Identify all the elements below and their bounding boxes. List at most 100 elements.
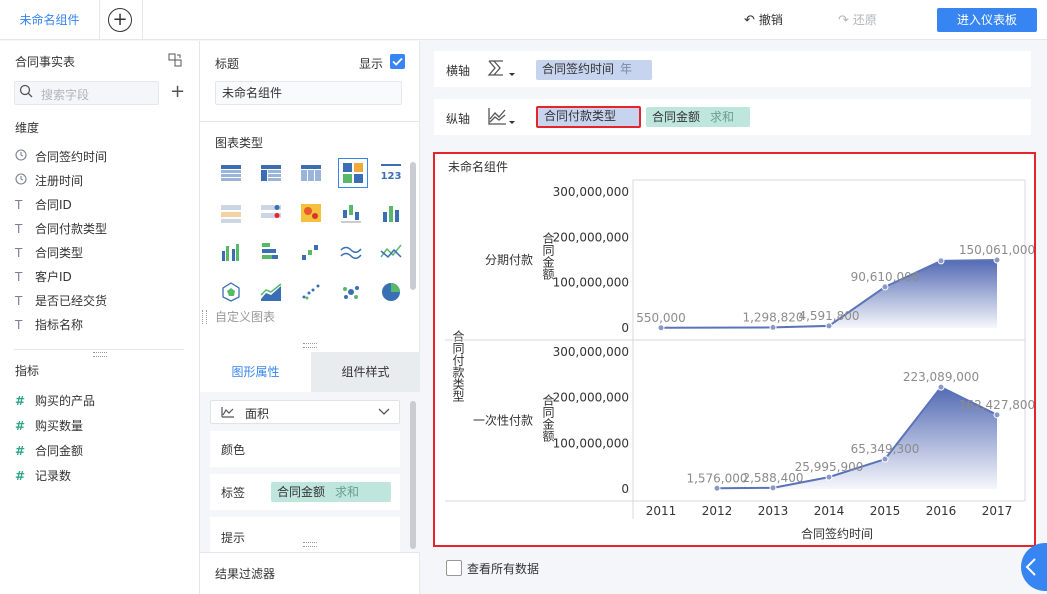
data-label: 150,061,000 bbox=[959, 243, 1034, 257]
properties-scrollbar[interactable] bbox=[410, 401, 416, 549]
top-bar: 未命名组件 + ↶ 撤销 ↷ 还原 进入仪表板 bbox=[0, 0, 1047, 40]
dimension-field-label: 指标名称 bbox=[35, 318, 84, 332]
y-field1-name: 合同付款类型 bbox=[544, 109, 617, 123]
clock-icon bbox=[15, 147, 31, 167]
grouped-column-icon[interactable] bbox=[220, 241, 242, 263]
show-title-label: 显示 bbox=[359, 57, 384, 71]
data-point bbox=[993, 256, 1001, 264]
bubble-cluster-icon[interactable] bbox=[340, 281, 362, 303]
pie-chart-icon[interactable] bbox=[380, 281, 402, 303]
column-chart-icon[interactable] bbox=[380, 202, 402, 224]
y-tick-label: 300,000,000 bbox=[553, 185, 629, 199]
tab-graphic-properties[interactable]: 图形属性 bbox=[200, 352, 311, 392]
x-tick-label: 2011 bbox=[646, 504, 677, 518]
tab-component-style[interactable]: 组件样式 bbox=[311, 352, 420, 392]
y-field2-agg: 求和 bbox=[710, 110, 735, 124]
dimension-field[interactable]: T 合同ID bbox=[15, 195, 72, 215]
measure-field[interactable]: # 合同金额 bbox=[15, 441, 83, 461]
dimension-field[interactable]: T 合同付款类型 bbox=[15, 219, 107, 239]
add-field-button[interactable]: + bbox=[170, 81, 185, 102]
table-chart-icon[interactable] bbox=[220, 162, 242, 184]
data-label: 1,298,820 bbox=[742, 310, 803, 324]
combo-line-icon[interactable] bbox=[380, 241, 402, 263]
dimension-field[interactable]: T 指标名称 bbox=[15, 315, 83, 335]
measure-field[interactable]: # 记录数 bbox=[15, 466, 71, 486]
redo-button[interactable]: ↷ 还原 bbox=[838, 11, 877, 28]
collapse-panel-button[interactable] bbox=[1021, 543, 1047, 591]
color-property[interactable]: 颜色 bbox=[210, 431, 400, 467]
title-input[interactable]: 未命名组件 bbox=[215, 81, 402, 105]
panel-resize-grip[interactable] bbox=[303, 343, 317, 348]
undo-icon: ↶ bbox=[744, 13, 755, 28]
y-axis-measure-tag[interactable]: 合同金额 求和 bbox=[646, 107, 750, 127]
area-chart-icon[interactable] bbox=[260, 281, 282, 303]
hash-icon: # bbox=[15, 469, 26, 483]
dimension-field[interactable]: 合同签约时间 bbox=[15, 147, 107, 167]
label-property[interactable]: 标签 合同金额 求和 bbox=[210, 474, 400, 510]
dimension-field-label: 客户ID bbox=[35, 270, 72, 284]
filter-divider bbox=[200, 552, 420, 553]
data-point bbox=[881, 283, 889, 291]
x-tick-label: 2016 bbox=[926, 504, 957, 518]
chart-grid-grip[interactable] bbox=[202, 310, 207, 324]
props-grip[interactable] bbox=[303, 542, 317, 547]
grouped-table-icon[interactable] bbox=[260, 162, 282, 184]
enter-dashboard-button[interactable]: 进入仪表板 bbox=[937, 8, 1037, 32]
switch-table-icon[interactable] bbox=[168, 53, 182, 67]
dimension-field[interactable]: T 客户ID bbox=[15, 267, 72, 287]
cross-table-icon[interactable] bbox=[300, 162, 322, 184]
metric-card-icon[interactable] bbox=[220, 202, 242, 224]
measure-field-label: 购买数量 bbox=[35, 419, 84, 433]
dimension-field[interactable]: 注册时间 bbox=[15, 171, 83, 191]
chart-container: 未命名组件 合同付款类型 合同金额 合同金额 0 100,000,000 200,0… bbox=[433, 152, 1036, 547]
shape-select[interactable]: 面积 bbox=[210, 400, 400, 424]
measure-field-label: 合同金额 bbox=[35, 444, 84, 458]
progress-table-icon[interactable] bbox=[260, 202, 282, 224]
measure-field[interactable]: # 购买的产品 bbox=[15, 391, 95, 411]
dimension-field-label: 合同ID bbox=[35, 198, 72, 212]
result-filter-label[interactable]: 结果过滤器 bbox=[215, 565, 275, 582]
undo-button[interactable]: ↶ 撤销 bbox=[744, 11, 783, 28]
tab-unnamed-component[interactable]: 未命名组件 bbox=[0, 0, 100, 40]
y-axis-dimension-tag[interactable]: 合同付款类型 bbox=[536, 106, 641, 128]
x-axis-field-tag[interactable]: 合同签约时间年 bbox=[536, 60, 652, 80]
range-bar-icon[interactable] bbox=[340, 202, 362, 224]
title-label: 标题 bbox=[215, 57, 240, 71]
x-axis-type-icon[interactable] bbox=[486, 57, 516, 79]
dimension-field-label: 是否已经交货 bbox=[35, 294, 108, 308]
label-field-tag[interactable]: 合同金额 求和 bbox=[271, 482, 391, 502]
add-tab-button[interactable]: + bbox=[108, 8, 132, 32]
heatmap-icon[interactable] bbox=[300, 202, 322, 224]
dimension-field-label: 合同类型 bbox=[35, 246, 84, 260]
resize-grip[interactable] bbox=[93, 352, 107, 357]
dimension-field[interactable]: T 是否已经交货 bbox=[15, 291, 107, 311]
x-tick-label: 2013 bbox=[758, 504, 789, 518]
dimension-field[interactable]: T 合同类型 bbox=[15, 243, 83, 263]
hash-icon: # bbox=[15, 394, 26, 408]
view-all-data-checkbox[interactable] bbox=[446, 560, 462, 576]
chart-type-scrollbar[interactable] bbox=[410, 162, 416, 290]
custom-chart-label[interactable]: 自定义图表 bbox=[215, 308, 275, 325]
table-name: 合同事实表 bbox=[15, 55, 76, 69]
search-placeholder: 搜索字段 bbox=[41, 88, 90, 102]
line-chart-icon[interactable] bbox=[340, 241, 362, 263]
stacked-bar-icon[interactable] bbox=[260, 241, 282, 263]
data-point bbox=[937, 257, 945, 265]
show-title-checkbox[interactable] bbox=[390, 54, 405, 69]
data-label: 1,576,000 bbox=[686, 471, 747, 485]
data-label: 162,427,800 bbox=[959, 398, 1034, 412]
auto-chart-icon[interactable] bbox=[338, 158, 368, 188]
measure-field[interactable]: # 购买数量 bbox=[15, 416, 83, 436]
y-axis-type-icon[interactable] bbox=[486, 105, 516, 127]
x-axis-title: 合同签约时间 bbox=[801, 526, 873, 541]
data-point bbox=[657, 324, 665, 332]
data-point bbox=[825, 322, 833, 330]
radar-chart-icon[interactable] bbox=[220, 281, 242, 303]
kpi-number-icon[interactable]: 123 bbox=[380, 162, 402, 184]
waterfall-icon[interactable] bbox=[300, 241, 322, 263]
data-label: 90,610,000 bbox=[851, 270, 920, 284]
label-field-agg: 求和 bbox=[335, 485, 360, 499]
field-search-input[interactable]: 搜索字段 bbox=[14, 81, 159, 105]
scatter-chart-icon[interactable] bbox=[300, 281, 322, 303]
config-panel: 标题 显示 未命名组件 图表类型 123 自定义图表 图形属性 组件样式 面积 … bbox=[200, 41, 420, 594]
